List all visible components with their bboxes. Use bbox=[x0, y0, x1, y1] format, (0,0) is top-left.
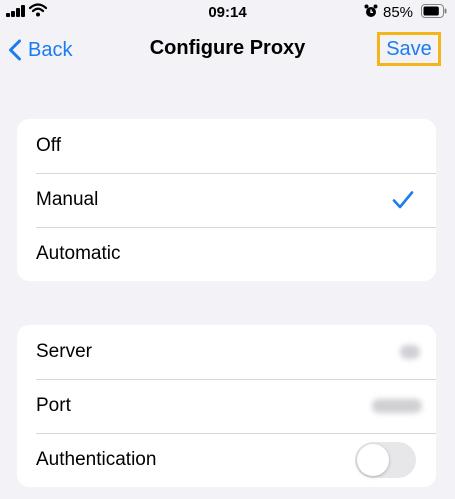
navigation-bar: Back Configure Proxy Save bbox=[0, 24, 455, 76]
battery-icon bbox=[421, 4, 447, 18]
proxy-option-off[interactable]: Off bbox=[17, 119, 436, 173]
status-bar: 09:14 85% bbox=[0, 0, 455, 24]
server-value-redacted bbox=[400, 345, 420, 359]
server-row[interactable]: Server bbox=[17, 325, 436, 379]
port-label: Port bbox=[36, 395, 71, 416]
battery-percent: 85% bbox=[383, 4, 414, 21]
proxy-option-manual[interactable]: Manual bbox=[17, 173, 436, 227]
toggle-knob bbox=[357, 444, 389, 476]
authentication-toggle[interactable] bbox=[355, 442, 416, 478]
proxy-option-label: Manual bbox=[36, 189, 99, 210]
authentication-row: Authentication bbox=[17, 433, 436, 487]
proxy-mode-group: Off Manual Automatic bbox=[17, 119, 436, 281]
proxy-option-automatic[interactable]: Automatic bbox=[17, 227, 436, 281]
proxy-option-label: Automatic bbox=[36, 243, 121, 264]
alarm-icon bbox=[364, 4, 378, 17]
port-row[interactable]: Port bbox=[17, 379, 436, 433]
save-button[interactable]: Save bbox=[377, 32, 441, 66]
checkmark-icon bbox=[392, 191, 414, 209]
proxy-settings-group: Server Port Authentication bbox=[17, 325, 436, 487]
proxy-option-label: Off bbox=[36, 135, 61, 156]
authentication-label: Authentication bbox=[36, 449, 157, 470]
server-label: Server bbox=[36, 341, 92, 362]
port-value-redacted bbox=[372, 399, 422, 413]
